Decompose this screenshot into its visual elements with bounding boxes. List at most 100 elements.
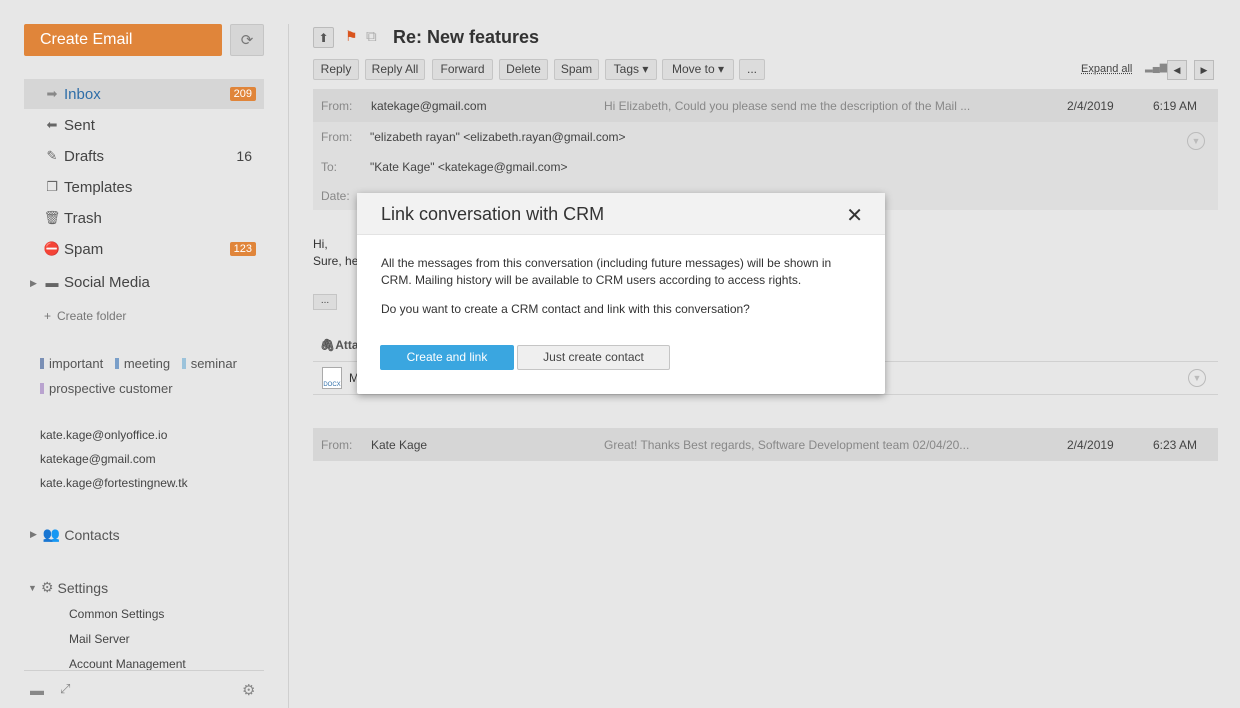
- next-message-button[interactable]: ▶: [1194, 60, 1214, 80]
- tag-color-icon: [114, 358, 119, 369]
- from-address: "elizabeth rayan" <elizabeth.rayan@gmail…: [370, 130, 626, 144]
- sidebar-item-label: Templates: [64, 178, 133, 196]
- prev-message-button[interactable]: ◀: [1167, 60, 1187, 80]
- from-address: Kate Kage: [371, 438, 428, 452]
- message-row[interactable]: From: Kate Kage Great! Thanks Best regar…: [313, 428, 1218, 461]
- spam-button[interactable]: Spam: [554, 59, 599, 80]
- contacts-icon: 👥: [42, 526, 61, 542]
- sidebar-item-label: Spam: [64, 240, 104, 258]
- create-and-link-button[interactable]: Create and link: [380, 345, 514, 370]
- sidebar-item-social-media[interactable]: ▶ ▬ Social Media: [24, 267, 264, 297]
- message-date: 2/4/2019: [1067, 99, 1114, 113]
- account-fortestingnew[interactable]: kate.kage@fortestingnew.tk: [40, 476, 188, 490]
- account-onlyoffice[interactable]: kate.kage@onlyoffice.io: [40, 428, 167, 442]
- message-menu-icon[interactable]: ▼: [1187, 132, 1205, 150]
- chevron-right-icon: ▶: [1200, 64, 1208, 75]
- message-date: 2/4/2019: [1067, 438, 1114, 452]
- sidebar-item-spam[interactable]: ⛔ Spam 123: [24, 234, 264, 264]
- gear-icon[interactable]: ⚙: [242, 681, 255, 699]
- from-label: From:: [321, 438, 353, 452]
- tag-label: seminar: [190, 356, 237, 371]
- sidebar-item-settings[interactable]: ▼ ⚙ Settings: [28, 579, 108, 596]
- docx-icon-label: DOCX: [323, 382, 341, 388]
- forward-button[interactable]: Forward: [432, 59, 493, 80]
- move-to-button[interactable]: Move to ▾: [662, 59, 734, 80]
- body-line: Sure, he: [313, 254, 359, 268]
- tag-label: prospective customer: [49, 381, 173, 396]
- sidebar-divider: [288, 24, 289, 708]
- from-address: katekage@gmail.com: [371, 99, 487, 113]
- tag-label: meeting: [123, 356, 171, 371]
- sidebar-item-drafts[interactable]: ✎ Drafts 16: [24, 141, 264, 171]
- show-quoted-button[interactable]: ...: [313, 294, 337, 310]
- signal-icon: ▂▄▆: [1145, 62, 1168, 73]
- tag-important[interactable]: important: [40, 356, 103, 371]
- settings-account-management[interactable]: Account Management: [69, 657, 186, 671]
- tag-label: important: [49, 356, 104, 371]
- flag-icon[interactable]: ⚑: [345, 28, 358, 45]
- tags-list: important meeting seminar: [40, 356, 245, 372]
- refresh-button[interactable]: ⟳: [230, 24, 264, 56]
- collapse-triangle-icon: ▼: [28, 582, 37, 593]
- settings-mail-server[interactable]: Mail Server: [69, 632, 130, 646]
- drafts-count: 16: [236, 148, 252, 164]
- dialog-description: All the messages from this conversation …: [381, 256, 832, 287]
- create-email-button[interactable]: Create Email: [24, 24, 222, 56]
- crm-link-dialog: Link conversation with CRM ✕ All the mes…: [357, 193, 885, 394]
- chevron-left-icon: ◀: [1173, 64, 1181, 75]
- dialog-title: Link conversation with CRM: [381, 204, 605, 224]
- back-button[interactable]: ⬆: [313, 27, 334, 48]
- close-icon[interactable]: ✕: [846, 203, 863, 228]
- unread-badge: 209: [229, 87, 256, 101]
- sidebar-item-label: Sent: [64, 116, 95, 134]
- to-label: To:: [321, 160, 338, 174]
- sidebar-item-label: Drafts: [64, 147, 105, 165]
- reply-all-button[interactable]: Reply All: [365, 59, 425, 80]
- expand-icon[interactable]: ⤢: [60, 681, 70, 697]
- sidebar-item-trash[interactable]: 🗑 Trash: [24, 203, 264, 233]
- settings-common[interactable]: Common Settings: [69, 607, 164, 621]
- contacts-label: Contacts: [64, 526, 120, 543]
- docx-file-icon[interactable]: DOCX: [322, 367, 342, 389]
- tag-meeting[interactable]: meeting: [114, 356, 171, 371]
- from-label: From:: [321, 130, 353, 144]
- create-folder-link[interactable]: + Create folder: [44, 309, 126, 323]
- message-row[interactable]: From: katekage@gmail.com Hi Elizabeth, C…: [313, 89, 1218, 122]
- refresh-icon: ⟳: [240, 32, 254, 49]
- spam-icon: ⛔: [43, 241, 61, 256]
- sent-icon: ⬅: [46, 117, 58, 132]
- spam-badge: 123: [229, 242, 256, 256]
- message-preview: Great! Thanks Best regards, Software Dev…: [604, 438, 970, 452]
- tag-prospective-customer[interactable]: prospective customer: [40, 381, 173, 396]
- from-label: From:: [321, 99, 353, 113]
- sidebar-item-label: Social Media: [64, 273, 150, 291]
- attachments-label: Atta: [335, 338, 359, 352]
- sidebar-item-sent[interactable]: ⬅ Sent: [24, 110, 264, 140]
- more-actions-button[interactable]: ...: [739, 59, 765, 80]
- account-gmail[interactable]: katekage@gmail.com: [40, 452, 156, 466]
- sidebar-item-templates[interactable]: ❐ Templates: [24, 172, 264, 202]
- divider: [313, 394, 1218, 395]
- expand-triangle-icon[interactable]: ▶: [30, 278, 37, 289]
- tags-button[interactable]: Tags ▾: [605, 59, 657, 80]
- plus-icon: +: [44, 309, 52, 323]
- just-create-contact-button[interactable]: Just create contact: [517, 345, 670, 370]
- dialog-question: Do you want to create a CRM contact and …: [381, 302, 750, 316]
- folder-icon: ▶ ▬: [30, 274, 59, 290]
- gear-icon: ⚙: [40, 579, 54, 595]
- message-time: 6:23 AM: [1153, 438, 1198, 452]
- inbox-arrow-icon: ➡: [46, 86, 58, 101]
- drafts-icon: ✎: [46, 148, 58, 163]
- message-subject: Re: New features: [393, 27, 540, 47]
- message-time: 6:19 AM: [1153, 99, 1198, 113]
- to-address: "Kate Kage" <katekage@gmail.com>: [370, 160, 568, 174]
- tag-seminar[interactable]: seminar: [181, 356, 237, 371]
- delete-button[interactable]: Delete: [499, 59, 548, 80]
- attachment-menu-icon[interactable]: ▼: [1188, 369, 1206, 387]
- expand-all-link[interactable]: Expand all: [1081, 63, 1132, 75]
- reply-button[interactable]: Reply: [313, 59, 359, 80]
- sidebar-item-contacts[interactable]: ▶ 👥 Contacts: [30, 526, 120, 543]
- sidebar-item-inbox[interactable]: ➡ Inbox 209: [24, 79, 264, 109]
- open-external-icon[interactable]: ⧉: [366, 28, 377, 45]
- chat-icon[interactable]: ▬: [30, 682, 44, 698]
